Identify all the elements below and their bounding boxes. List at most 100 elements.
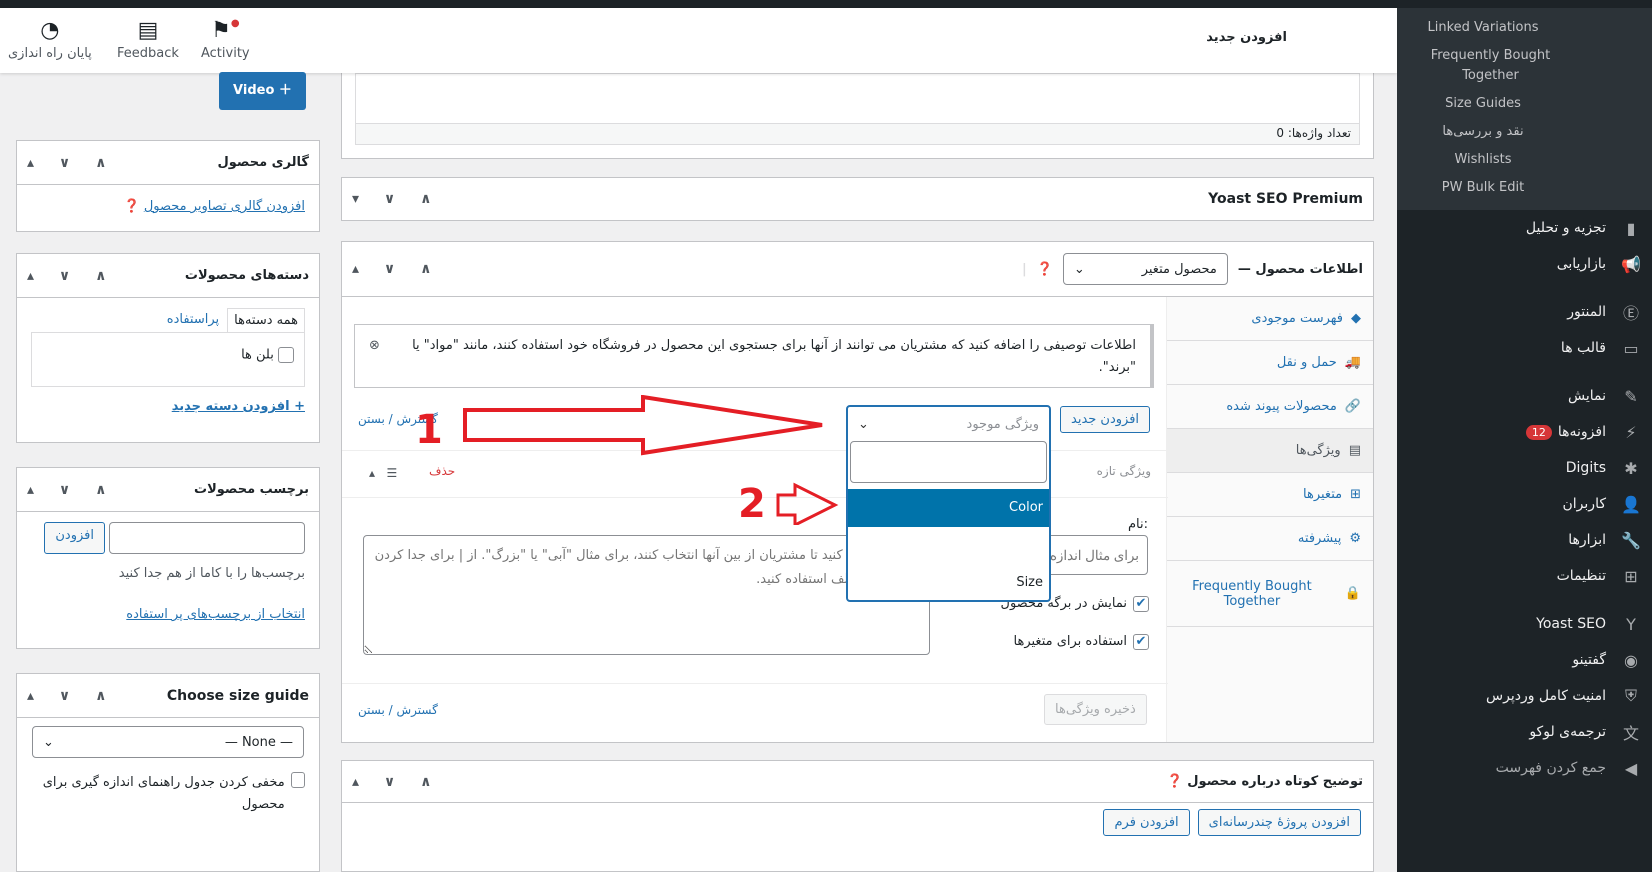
- sidebar-item[interactable]: 👤 کاربران: [1397, 486, 1652, 522]
- hide-size-guide-checkbox[interactable]: [290, 772, 305, 788]
- attribute-controls[interactable]: ▴ ☰: [369, 466, 397, 480]
- product-tab[interactable]: 🔒 Frequently Bought Together: [1167, 561, 1373, 627]
- short-description-box: توضیح کوتاه درباره محصول ❓ ▴ ∨ ∧ افزودن پ…: [341, 760, 1374, 872]
- dropdown-option[interactable]: Color: [848, 489, 1049, 527]
- box-controls[interactable]: ▴ ∨ ∧: [27, 482, 117, 498]
- megaphone-icon: 📢: [1621, 254, 1641, 274]
- page-title: افزودن جدید: [1206, 30, 1287, 45]
- attribute-values-textarea[interactable]: [363, 535, 930, 655]
- activity-button[interactable]: ⚑● Activity: [201, 18, 250, 61]
- yoast-icon: Y: [1626, 614, 1636, 634]
- sidebar-item[interactable]: ⚡ افزونه‌ها 12: [1397, 414, 1652, 450]
- help-icon[interactable]: ❓: [1037, 262, 1053, 277]
- add-video-button[interactable]: Video ＋: [219, 72, 306, 110]
- sidebar-item[interactable]: ▭ قالب ها: [1397, 330, 1652, 366]
- category-checkbox[interactable]: [278, 347, 294, 363]
- box-controls[interactable]: ▴ ∨ ∧: [352, 261, 442, 277]
- tab-all-categories[interactable]: همه دسته‌ها: [227, 308, 305, 332]
- size-guide-select[interactable]: ⌄ — None —: [32, 726, 304, 758]
- submenu: Linked Variations Frequently Bought Toge…: [1397, 8, 1652, 210]
- submenu-item[interactable]: PW Bulk Edit: [1397, 174, 1652, 202]
- tab-icon: 🚚: [1344, 355, 1361, 370]
- add-category-link[interactable]: + افزودن دسته جدید: [31, 399, 305, 414]
- dropdown-option[interactable]: [848, 527, 1049, 567]
- yoast-box: Yoast SEO Premium ▾ ∨ ∧: [341, 177, 1374, 221]
- word-count: تعداد واژه‌ها: 0: [355, 123, 1360, 145]
- sidebar-item[interactable]: ◉ گفتینو: [1397, 642, 1652, 678]
- page-header: افزودن جدید ◔ پایان راه اندازی ▤ Feedback …: [0, 8, 1397, 73]
- chat-icon: ◉: [1624, 650, 1638, 670]
- tab-icon: 🔒: [1344, 586, 1361, 601]
- editor-box: تعداد واژه‌ها: 0: [341, 60, 1374, 159]
- submenu-item[interactable]: Frequently Bought Together: [1397, 42, 1652, 90]
- chart-icon: ▮: [1626, 218, 1636, 238]
- variations-checkbox[interactable]: ✔: [1133, 634, 1149, 650]
- product-tab[interactable]: 🚚 حمل و نقل: [1167, 341, 1373, 385]
- tab-icon: 🔗: [1344, 399, 1361, 414]
- product-tab[interactable]: ◆ فهرست موجودی: [1167, 297, 1373, 341]
- sidebar-item[interactable]: ▮ تجزیه و تحلیل: [1397, 210, 1652, 246]
- sidebar-item[interactable]: ✎ نمایش: [1397, 378, 1652, 414]
- plugin-icon: ⚡: [1625, 422, 1637, 442]
- add-media-button[interactable]: افزودن پروژهٔ چندرسانه‌ای: [1197, 809, 1361, 836]
- choose-tags-link[interactable]: انتخاب از برچسب‌های پر استفاده: [31, 607, 305, 622]
- annotation-number-1: 1: [415, 407, 443, 453]
- add-form-button[interactable]: افزودن فرم: [1103, 809, 1190, 836]
- sidebar-item[interactable]: Y Yoast SEO: [1397, 606, 1652, 642]
- save-attributes-button[interactable]: ذخیره ویژگی‌ها: [1044, 694, 1147, 725]
- dismiss-icon[interactable]: ⊗: [369, 335, 380, 357]
- arrow-2-shape: [776, 482, 839, 525]
- admin-bar: [0, 0, 1652, 8]
- tags-box: برچسب محصولات ▴ ∨ ∧ افزودن برچسب‌ها را با…: [16, 467, 320, 649]
- add-gallery-link[interactable]: افزودن گالری تصاویر محصول: [144, 199, 305, 214]
- finish-setup-button[interactable]: ◔ پایان راه اندازی: [8, 18, 92, 61]
- attribute-dropdown[interactable]: ⌄ ویژگی موجود Color Size: [846, 405, 1051, 602]
- tag-input[interactable]: [109, 522, 305, 554]
- sidebar-item[interactable]: 文 ترجمه‌ی لوکو: [1397, 714, 1652, 750]
- box-controls[interactable]: ▴ ∨ ∧: [352, 774, 442, 790]
- submenu-item[interactable]: Linked Variations: [1397, 14, 1652, 42]
- feedback-button[interactable]: ▤ Feedback: [117, 18, 179, 61]
- chevron-down-icon: ⌄: [858, 416, 869, 432]
- add-new-attribute-button[interactable]: افزودن جدید: [1060, 406, 1151, 433]
- dropdown-option[interactable]: Size: [848, 567, 1049, 598]
- annotation-arrows: 1 2: [415, 395, 839, 525]
- product-type-select[interactable]: محصول متغیر ⌄: [1062, 253, 1228, 285]
- chevron-down-icon: ⌄: [43, 734, 54, 750]
- sidebar-item[interactable]: ⊞ تنظیمات: [1397, 558, 1652, 594]
- box-controls[interactable]: ▴ ∨ ∧: [27, 688, 117, 704]
- sidebar-item[interactable]: 🔧 ابزارها: [1397, 522, 1652, 558]
- submenu-item[interactable]: Size Guides: [1397, 90, 1652, 118]
- visible-checkbox[interactable]: ✔: [1133, 596, 1149, 612]
- box-controls[interactable]: ▴ ∨ ∧: [27, 155, 117, 171]
- sidebar-item[interactable]: ⛨ امنیت کامل وردپرس: [1397, 678, 1652, 714]
- folder-icon: ▭: [1623, 338, 1639, 358]
- tab-icon: ⚙: [1349, 531, 1361, 546]
- box-controls[interactable]: ▾ ∨ ∧: [352, 191, 442, 207]
- sidebar-item[interactable]: 📢 بازاریابی: [1397, 246, 1652, 282]
- dropdown-search-input[interactable]: [850, 441, 1047, 483]
- submenu-item[interactable]: نقد و بررسی‌ها: [1397, 118, 1652, 146]
- expand-close-link[interactable]: گسترش / بستن: [358, 703, 438, 717]
- sidebar-item[interactable]: ✱ Digits: [1397, 450, 1652, 486]
- sidebar-item[interactable]: ◀ جمع کردن فهرست: [1397, 750, 1652, 786]
- arrow-1-shape: [463, 395, 823, 456]
- tab-icon: ⊞: [1350, 487, 1361, 502]
- submenu-item[interactable]: Wishlists: [1397, 146, 1652, 174]
- product-tab[interactable]: 🔗 محصولات پیوند شده: [1167, 385, 1373, 429]
- box-controls[interactable]: ▴ ∨ ∧: [27, 268, 117, 284]
- settings-icon: ⊞: [1624, 566, 1638, 586]
- help-icon[interactable]: ❓: [123, 199, 139, 214]
- product-tab[interactable]: ⊞ متغیرها: [1167, 473, 1373, 517]
- product-tab[interactable]: ▤ ویژگی‌ها: [1167, 429, 1373, 473]
- digits-icon: ✱: [1624, 458, 1638, 478]
- clock-icon: ◔: [40, 18, 60, 43]
- categories-box: دسته‌های محصولات ▴ ∨ ∧ همه دسته‌ها پراستفا…: [16, 253, 320, 443]
- user-icon: 👤: [1621, 494, 1641, 514]
- sidebar-item[interactable]: Ⓔ المنتور: [1397, 294, 1652, 330]
- count-badge: 12: [1525, 424, 1552, 440]
- tab-popular-categories[interactable]: پراستفاده: [159, 308, 227, 332]
- add-tag-button[interactable]: افزودن: [44, 522, 105, 554]
- help-icon[interactable]: ❓: [1167, 774, 1183, 789]
- product-tab[interactable]: ⚙ پیشرفته: [1167, 517, 1373, 561]
